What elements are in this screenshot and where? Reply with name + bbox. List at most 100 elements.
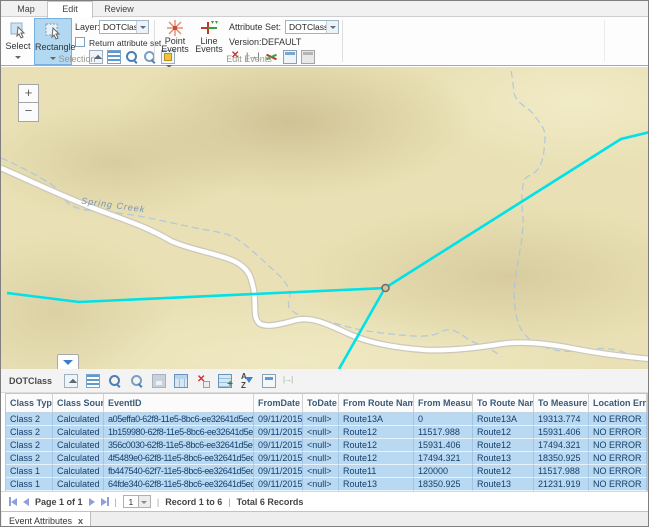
column-header-class-type[interactable]: Class Type — [6, 394, 53, 412]
map-canvas[interactable]: Spring Creek + − — [1, 67, 649, 369]
table-cell[interactable]: Class 2 — [6, 413, 53, 426]
panel-collapse-button[interactable] — [57, 354, 79, 369]
table-cell[interactable]: 15931.406 — [414, 439, 473, 452]
table-cell[interactable]: <null> — [303, 413, 339, 426]
clear-selection-icon[interactable] — [196, 374, 210, 388]
table-cell[interactable]: 1b159980-62f8-11e5-8bc6-ee32641d5ec9 — [104, 426, 254, 439]
show-selection-icon[interactable] — [86, 374, 100, 388]
last-page-button[interactable] — [101, 497, 109, 506]
table-cell[interactable]: Calculated — [53, 478, 104, 491]
event-line-west[interactable] — [7, 288, 385, 302]
table-cell[interactable]: Calculated — [53, 439, 104, 452]
table-cell[interactable]: Class 2 — [6, 439, 53, 452]
return-attribute-set-checkbox[interactable] — [75, 37, 85, 47]
save-edits-icon[interactable] — [152, 374, 166, 388]
table-cell[interactable]: Calculated — [53, 426, 104, 439]
table-cell[interactable]: a05effa0-62f8-11e5-8bc6-ee32641d5ec9 — [104, 413, 254, 426]
table-cell[interactable]: Route13A — [339, 413, 414, 426]
page-select[interactable]: 1 — [123, 495, 151, 508]
table-cell[interactable]: Route11 — [339, 465, 414, 478]
add-record-icon[interactable] — [218, 374, 232, 388]
table-row[interactable]: Class 1Calculatedfb447540-62f7-11e5-8bc6… — [6, 465, 647, 478]
table-cell[interactable]: 18350.925 — [414, 478, 473, 491]
table-cell[interactable]: Route13 — [473, 452, 534, 465]
table-cell[interactable]: Route12 — [339, 439, 414, 452]
column-header-to-measure[interactable]: To Measure — [534, 394, 589, 412]
table-cell[interactable]: 09/11/2015 — [254, 413, 303, 426]
table-cell[interactable]: Class 1 — [6, 465, 53, 478]
table-row[interactable]: Class 2Calculateda05effa0-62f8-11e5-8bc6… — [6, 413, 647, 426]
table-cell[interactable]: NO ERROR — [589, 413, 647, 426]
table-cell[interactable]: 356c0030-62f8-11e5-8bc6-ee32641d5ec9 — [104, 439, 254, 452]
table-cell[interactable]: Class 2 — [6, 452, 53, 465]
table-cell[interactable]: Route13 — [473, 478, 534, 491]
table-cell[interactable]: Route13A — [473, 413, 534, 426]
table-cell[interactable]: Route12 — [473, 439, 534, 452]
event-line-south[interactable] — [339, 288, 385, 369]
table-cell[interactable]: <null> — [303, 478, 339, 491]
table-cell[interactable]: <null> — [303, 426, 339, 439]
table-cell[interactable]: NO ERROR — [589, 478, 647, 491]
table-cell[interactable]: Route12 — [339, 452, 414, 465]
table-row[interactable]: Class 1Calculated64fde340-62f8-11e5-8bc6… — [6, 478, 647, 491]
column-header-todate[interactable]: ToDate — [303, 394, 339, 412]
tab-map[interactable]: Map — [7, 3, 45, 17]
table-cell[interactable]: 17494.321 — [534, 439, 589, 452]
table-cell[interactable]: NO ERROR — [589, 439, 647, 452]
column-header-fromdate[interactable]: FromDate — [254, 394, 303, 412]
table-row[interactable]: Class 2Calculated1b159980-62f8-11e5-8bc6… — [6, 426, 647, 439]
tab-event-attributes[interactable]: Event Attributes x — [2, 512, 91, 527]
table-cell[interactable]: 0 — [414, 413, 473, 426]
table-row[interactable]: Class 2Calculated4f5489e0-62f8-11e5-8bc6… — [6, 452, 647, 465]
table-cell[interactable]: 09/11/2015 — [254, 452, 303, 465]
table-cell[interactable]: 09/11/2015 — [254, 439, 303, 452]
table-cell[interactable]: NO ERROR — [589, 426, 647, 439]
table-cell[interactable]: 120000 — [414, 465, 473, 478]
chevron-down-icon[interactable] — [326, 21, 338, 33]
table-cell[interactable]: 11517.988 — [414, 426, 473, 439]
table-row[interactable]: Class 2Calculated356c0030-62f8-11e5-8bc6… — [6, 439, 647, 452]
table-cell[interactable]: 4f5489e0-62f8-11e5-8bc6-ee32641d5ec9 — [104, 452, 254, 465]
table-cell[interactable]: <null> — [303, 439, 339, 452]
zoom-to-selected-record-icon[interactable] — [108, 374, 122, 388]
table-cell[interactable]: NO ERROR — [589, 452, 647, 465]
route-junction-marker[interactable] — [382, 285, 389, 292]
table-cell[interactable]: Class 1 — [6, 478, 53, 491]
previous-page-button[interactable] — [23, 498, 29, 506]
switch-table-icon[interactable] — [174, 374, 188, 388]
table-cell[interactable]: Calculated — [53, 452, 104, 465]
select-records-icon[interactable] — [64, 374, 78, 388]
table-cell[interactable]: Class 2 — [6, 426, 53, 439]
tab-edit[interactable]: Edit — [47, 1, 93, 18]
column-header-location-error[interactable]: Location Error — [589, 394, 647, 412]
table-cell[interactable]: Route12 — [473, 465, 534, 478]
zoom-out-button[interactable]: − — [18, 103, 39, 122]
next-page-button[interactable] — [89, 498, 95, 506]
chevron-down-icon[interactable] — [136, 21, 148, 33]
table-cell[interactable]: Route13 — [339, 478, 414, 491]
view-form-icon[interactable] — [262, 374, 276, 388]
table-cell[interactable]: 21231.919 — [534, 478, 589, 491]
table-cell[interactable]: Route12 — [473, 426, 534, 439]
column-header-class-source[interactable]: Class Source — [53, 394, 104, 412]
attribute-set-dropdown[interactable]: DOTClass — [285, 20, 339, 34]
table-cell[interactable]: 15931.406 — [534, 426, 589, 439]
sort-records-icon[interactable] — [240, 374, 254, 388]
table-cell[interactable]: 09/11/2015 — [254, 426, 303, 439]
pan-to-selected-record-icon[interactable] — [130, 374, 144, 388]
column-header-eventid[interactable]: EventID — [104, 394, 254, 412]
table-cell[interactable]: fb447540-62f7-11e5-8bc6-ee32641d5ec9 — [104, 465, 254, 478]
resize-columns-icon[interactable] — [284, 374, 298, 388]
table-cell[interactable]: Calculated — [53, 413, 104, 426]
tab-review[interactable]: Review — [95, 3, 143, 17]
table-cell[interactable]: 09/11/2015 — [254, 465, 303, 478]
table-cell[interactable]: <null> — [303, 465, 339, 478]
column-header-from-measure[interactable]: From Measure — [414, 394, 473, 412]
table-cell[interactable]: Calculated — [53, 465, 104, 478]
table-cell[interactable]: 11517.988 — [534, 465, 589, 478]
table-cell[interactable]: 64fde340-62f8-11e5-8bc6-ee32641d5ec9 — [104, 478, 254, 491]
table-cell[interactable]: Route12 — [339, 426, 414, 439]
first-page-button[interactable] — [9, 497, 17, 506]
column-header-from-route-name[interactable]: From Route Name — [339, 394, 414, 412]
table-cell[interactable]: <null> — [303, 452, 339, 465]
